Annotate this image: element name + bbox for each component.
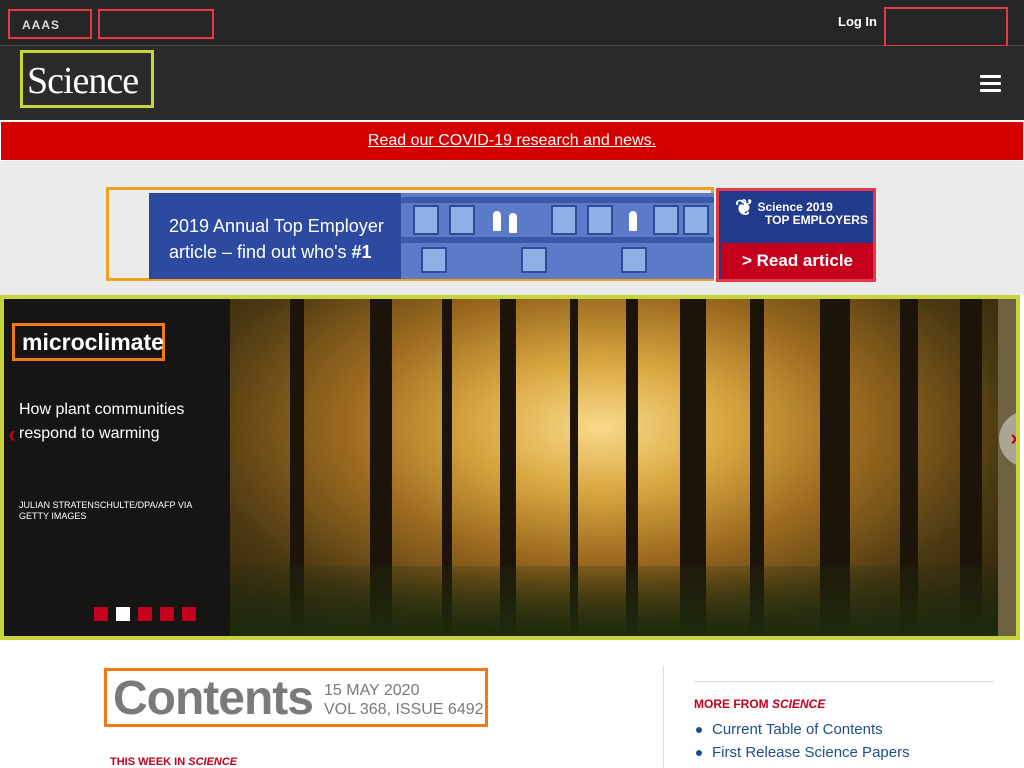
carousel-dot[interactable] [182, 607, 196, 621]
chevron-left-icon[interactable]: ‹ [8, 421, 16, 449]
issue-volume: VOL 368, ISSUE 6492 [324, 701, 484, 718]
science-logo[interactable]: Science [20, 50, 154, 108]
laurel-icon: ❦ [735, 195, 754, 221]
ad-iframe[interactable]: 2019 Annual Top Employer article – find … [106, 187, 714, 281]
ad-line-1: 2019 Annual Top Employer [169, 216, 384, 236]
this-week-label: THIS WEEK IN SCIENCE [110, 756, 238, 768]
logo-text: Science [27, 60, 139, 102]
more-from-list: Current Table of Contents First Release … [696, 718, 910, 764]
subscribe-button[interactable] [884, 7, 1008, 47]
issue-date: 15 MAY 2020 [324, 682, 420, 699]
covid-research-link[interactable]: Read our COVID-19 research and news. [368, 132, 656, 149]
column-divider [663, 666, 664, 768]
ad-line-2: article – find out who's #1 [169, 242, 372, 262]
masthead: Science [0, 46, 1024, 120]
contents-title: Contents [113, 672, 314, 725]
sidebar-link-current-toc[interactable]: Current Table of Contents [696, 718, 910, 741]
contents-heading: Contents 15 MAY 2020 VOL 368, ISSUE 6492 [104, 668, 488, 727]
hero-carousel[interactable]: microclimate How plant communities respo… [0, 295, 1020, 640]
hero-heading[interactable]: microclimate [12, 323, 165, 361]
hamburger-menu-icon[interactable] [980, 75, 1001, 93]
carousel-dots [94, 607, 196, 621]
image-credit: JULIAN STRATENSCHULTE/DPA/AFP VIA GETTY … [19, 500, 192, 521]
carousel-dot[interactable] [160, 607, 174, 621]
forest-image [230, 299, 1002, 636]
more-from-heading: MORE FROM SCIENCE [694, 697, 826, 711]
login-link[interactable]: Log In [838, 14, 877, 29]
carousel-dot[interactable] [94, 607, 108, 621]
covid-banner: Read our COVID-19 research and news. [0, 121, 1024, 161]
read-article-label: > Read article [722, 243, 873, 279]
ad-strip: 2019 Annual Top Employer article – find … [0, 161, 1024, 295]
carousel-dot[interactable] [138, 607, 152, 621]
top-utility-bar: AAAS Log In [0, 0, 1024, 47]
journals-button[interactable] [98, 9, 214, 39]
ad-banner[interactable]: 2019 Annual Top Employer article – find … [149, 193, 714, 279]
ad-text: 2019 Annual Top Employer article – find … [169, 213, 384, 265]
read-article-button[interactable]: ❦ Science 2019 TOP EMPLOYERS > Read artic… [716, 188, 876, 282]
aaas-button[interactable]: AAAS [8, 9, 92, 39]
sidebar-rule [694, 681, 994, 682]
hero-caption-panel: microclimate How plant communities respo… [4, 299, 230, 636]
sidebar-link-first-release[interactable]: First Release Science Papers [696, 741, 910, 764]
issue-info: 15 MAY 2020 VOL 368, ISSUE 6492 [324, 681, 484, 719]
lab-illustration [401, 193, 714, 279]
carousel-dot-active[interactable] [116, 607, 130, 621]
top-employers-badge: ❦ Science 2019 TOP EMPLOYERS [735, 195, 868, 228]
next-slide-peek [998, 299, 1016, 636]
hero-dek: How plant communities respond to warming [19, 401, 185, 442]
